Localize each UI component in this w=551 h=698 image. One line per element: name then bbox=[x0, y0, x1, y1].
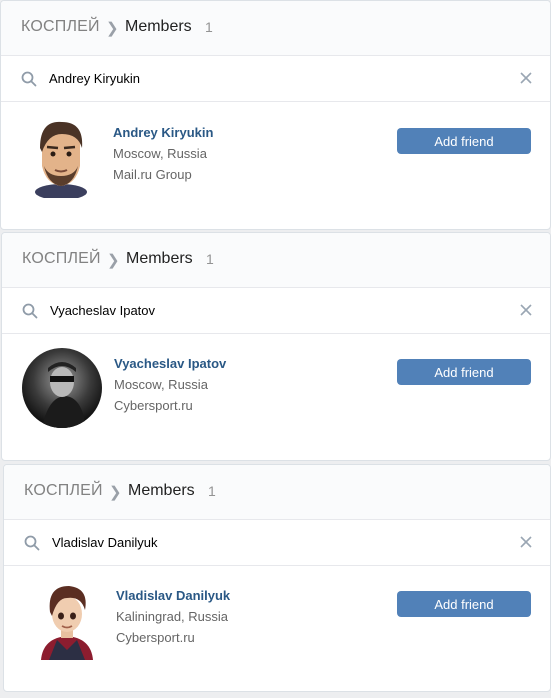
search-icon bbox=[24, 535, 40, 551]
members-count: 1 bbox=[205, 19, 213, 35]
card-header: КОСПЛЕЙ ❯ Members 1 bbox=[1, 1, 550, 56]
search-bar bbox=[4, 520, 550, 566]
person-name-link[interactable]: Vyacheslav Ipatov bbox=[114, 356, 226, 371]
members-count: 1 bbox=[208, 483, 216, 499]
search-input[interactable] bbox=[49, 67, 489, 89]
breadcrumb-members: Members bbox=[128, 482, 195, 499]
breadcrumb-members: Members bbox=[125, 18, 192, 35]
add-friend-button[interactable]: Add friend bbox=[397, 591, 531, 617]
close-icon[interactable] bbox=[520, 304, 532, 316]
avatar[interactable] bbox=[35, 580, 99, 660]
person-workplace: Cybersport.ru bbox=[114, 398, 193, 413]
search-input[interactable] bbox=[50, 299, 490, 321]
person-name-link[interactable]: Vladislav Danilyuk bbox=[116, 588, 230, 603]
add-friend-button[interactable]: Add friend bbox=[397, 128, 531, 154]
search-input[interactable] bbox=[52, 531, 492, 553]
breadcrumb-members: Members bbox=[126, 250, 193, 267]
member-card: КОСПЛЕЙ ❯ Members 1 Vladislav Danilyuk K… bbox=[3, 464, 551, 692]
close-icon[interactable] bbox=[520, 536, 532, 548]
close-icon[interactable] bbox=[520, 72, 532, 84]
search-bar bbox=[1, 56, 550, 102]
avatar[interactable] bbox=[28, 118, 94, 198]
person-workplace: Cybersport.ru bbox=[116, 630, 195, 645]
person-workplace: Mail.ru Group bbox=[113, 167, 192, 182]
member-card: КОСПЛЕЙ ❯ Members 1 Vyacheslav Ipatov Vy… bbox=[1, 232, 551, 461]
card-header: КОСПЛЕЙ ❯ Members 1 bbox=[4, 465, 550, 520]
members-count: 1 bbox=[206, 251, 214, 267]
add-friend-button[interactable]: Add friend bbox=[397, 359, 531, 385]
member-card: КОСПЛЕЙ ❯ Members 1 Andrey Kiryukin Mosc… bbox=[0, 0, 551, 230]
search-icon bbox=[22, 303, 38, 319]
person-city: Moscow, Russia bbox=[113, 146, 207, 161]
avatar[interactable] bbox=[22, 348, 102, 428]
chevron-right-icon: ❯ bbox=[106, 20, 119, 37]
person-name-link[interactable]: Andrey Kiryukin bbox=[113, 125, 213, 140]
person-city: Moscow, Russia bbox=[114, 377, 208, 392]
breadcrumb-group-link[interactable]: КОСПЛЕЙ bbox=[21, 18, 100, 36]
person-city: Kaliningrad, Russia bbox=[116, 609, 229, 624]
search-icon bbox=[21, 71, 37, 87]
chevron-right-icon: ❯ bbox=[109, 484, 122, 501]
breadcrumb-group-link[interactable]: КОСПЛЕЙ bbox=[24, 482, 103, 500]
search-bar bbox=[2, 288, 550, 334]
card-header: КОСПЛЕЙ ❯ Members 1 bbox=[2, 233, 550, 288]
chevron-right-icon: ❯ bbox=[107, 252, 120, 269]
breadcrumb-group-link[interactable]: КОСПЛЕЙ bbox=[22, 250, 101, 268]
